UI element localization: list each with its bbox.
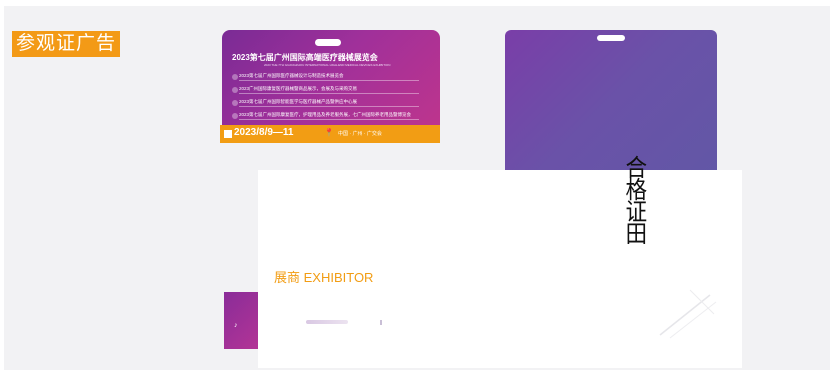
divider (239, 93, 419, 94)
list-item: 2023第七届广州国际医疗器械设计与制造技术展览会 (232, 73, 432, 86)
visitor-badge-back (505, 30, 717, 172)
agenda-text: 2023第七届广州国际智能医学与医疗器械产品暨供应中心展 (239, 99, 358, 104)
expo-title: 2023第七届广州国际高端医疗器械展览会 (232, 53, 378, 62)
lanyard-slot (315, 39, 341, 46)
expo-location: 中国 · 广州 · 广交会 (338, 131, 382, 137)
list-item: 2023广州国际康复医疗器械暨商品展示，会展及与采购交易 (232, 86, 432, 99)
list-item: 2023第七届广州国际智能医学与医疗器械产品暨供应中心展 (232, 99, 432, 112)
faint-placeholder (306, 320, 348, 324)
agenda-list: 2023第七届广州国际医疗器械设计与制造技术展览会 2023广州国际康复医疗器械… (232, 73, 432, 125)
bullet-icon (232, 100, 238, 106)
square-icon (224, 130, 232, 138)
divider (239, 119, 419, 120)
lanyard-slot (597, 35, 625, 41)
bullet-icon (232, 74, 238, 80)
faint-mark (380, 320, 382, 325)
list-item: 2023第七届广州国际康复医疗，护理用品及养老服务展，七广州国际养老用品暨博览会 (232, 112, 432, 125)
section-title: 参观证广告 (12, 31, 121, 57)
divider (239, 80, 419, 81)
agenda-text: 2023第七届广州国际医疗器械设计与制造技术展览会 (239, 73, 344, 78)
exhibitor-label: 展商 EXHIBITOR (274, 270, 374, 285)
expo-subtitle: 2023 THE 7TH GUANGZHOU INTERNATIONAL HIG… (264, 63, 391, 67)
divider (239, 106, 419, 107)
location-pin-icon: 📍 (324, 128, 334, 137)
agenda-text: 2023广州国际康复医疗器械暨商品展示，会展及与采购交易 (239, 86, 358, 91)
agenda-text: 2023第七届广州国际康复医疗，护理用品及养老服务展，七广州国际养老用品暨博览会 (239, 112, 412, 117)
date-bar: 2023/8/9—11 📍 中国 · 广州 · 广交会 (220, 125, 440, 143)
logo-icon: ♪ (234, 322, 238, 329)
expo-date: 2023/8/9—11 (234, 127, 294, 138)
corner-decoration (659, 289, 717, 339)
bullet-icon (232, 87, 238, 93)
bullet-icon (232, 113, 238, 119)
vertical-label: 合格证田 (621, 155, 647, 243)
